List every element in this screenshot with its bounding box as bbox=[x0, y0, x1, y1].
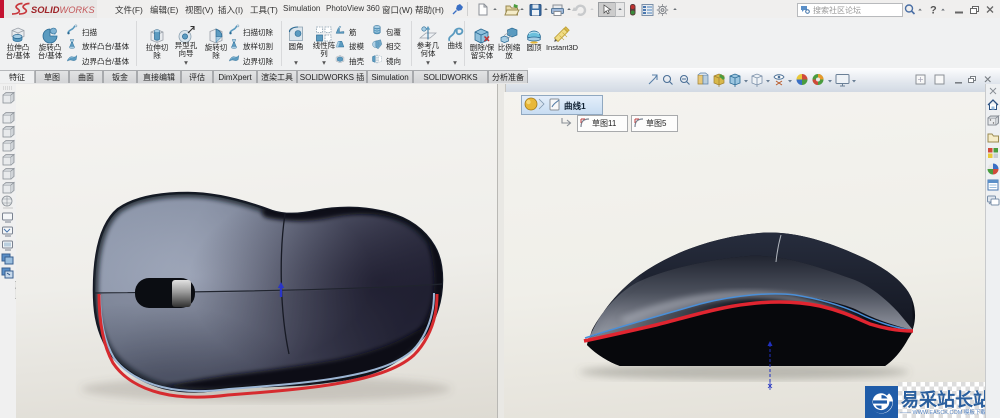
svg-text:SOLIDWORKS: SOLIDWORKS bbox=[31, 5, 95, 15]
svg-text:?: ? bbox=[930, 5, 937, 17]
